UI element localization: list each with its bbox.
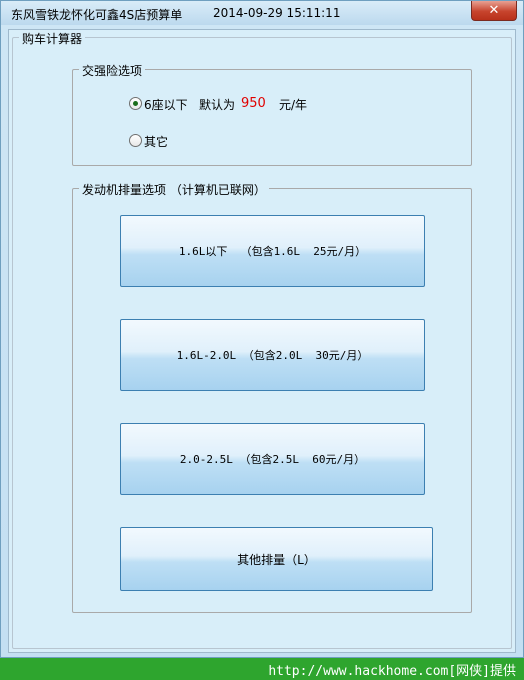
radio-other-label: 其它 — [144, 135, 169, 149]
radio-under-6-seats[interactable] — [129, 97, 142, 110]
engine-under-1-6-button[interactable]: 1.6L以下 （包含1.6L 25元/月） — [120, 215, 425, 287]
radio-other[interactable] — [129, 134, 142, 147]
engine-2-0-to-2-5-button[interactable]: 2.0-2.5L （包含2.5L 60元/月） — [120, 423, 425, 495]
engine-other-button[interactable]: 其他排量（L） — [120, 527, 433, 591]
radio-under-6-seats-label: 6座以下 — [144, 98, 188, 112]
insurance-price: 950 — [241, 96, 266, 111]
engine-group: 发动机排量选项 （计算机已联网） 1.6L以下 （包含1.6L 25元/月） 1… — [72, 181, 472, 613]
engine-group-title: 发动机排量选项 （计算机已联网） — [79, 181, 269, 198]
calculator-group: 购车计算器 交强险选项 6座以下 默认为 950 元/年 其它 发动机排量选项 … — [12, 30, 512, 649]
window-datetime: 2014-09-29 15:11:11 — [213, 6, 341, 20]
window-title: 东风雪铁龙怀化可鑫4S店预算单 — [11, 8, 183, 22]
calculator-group-title: 购车计算器 — [19, 30, 86, 47]
client-area: 购车计算器 交强险选项 6座以下 默认为 950 元/年 其它 发动机排量选项 … — [8, 29, 516, 653]
app-window: 东风雪铁龙怀化可鑫4S店预算单 2014-09-29 15:11:11 ✕ 购车… — [0, 0, 524, 658]
footer-text: http://www.hackhome.com[网侠]提供 — [268, 664, 516, 679]
insurance-group: 交强险选项 6座以下 默认为 950 元/年 其它 — [72, 62, 472, 166]
footer-bar: http://www.hackhome.com[网侠]提供 — [0, 658, 524, 680]
engine-1-6-to-2-0-button[interactable]: 1.6L-2.0L （包含2.0L 30元/月） — [120, 319, 425, 391]
title-bar[interactable]: 东风雪铁龙怀化可鑫4S店预算单 2014-09-29 15:11:11 ✕ — [1, 1, 523, 25]
close-button[interactable]: ✕ — [471, 1, 517, 21]
default-prefix-label: 默认为 — [199, 98, 236, 112]
insurance-group-title: 交强险选项 — [79, 62, 146, 79]
insurance-unit: 元/年 — [279, 98, 308, 112]
close-icon: ✕ — [488, 3, 500, 18]
